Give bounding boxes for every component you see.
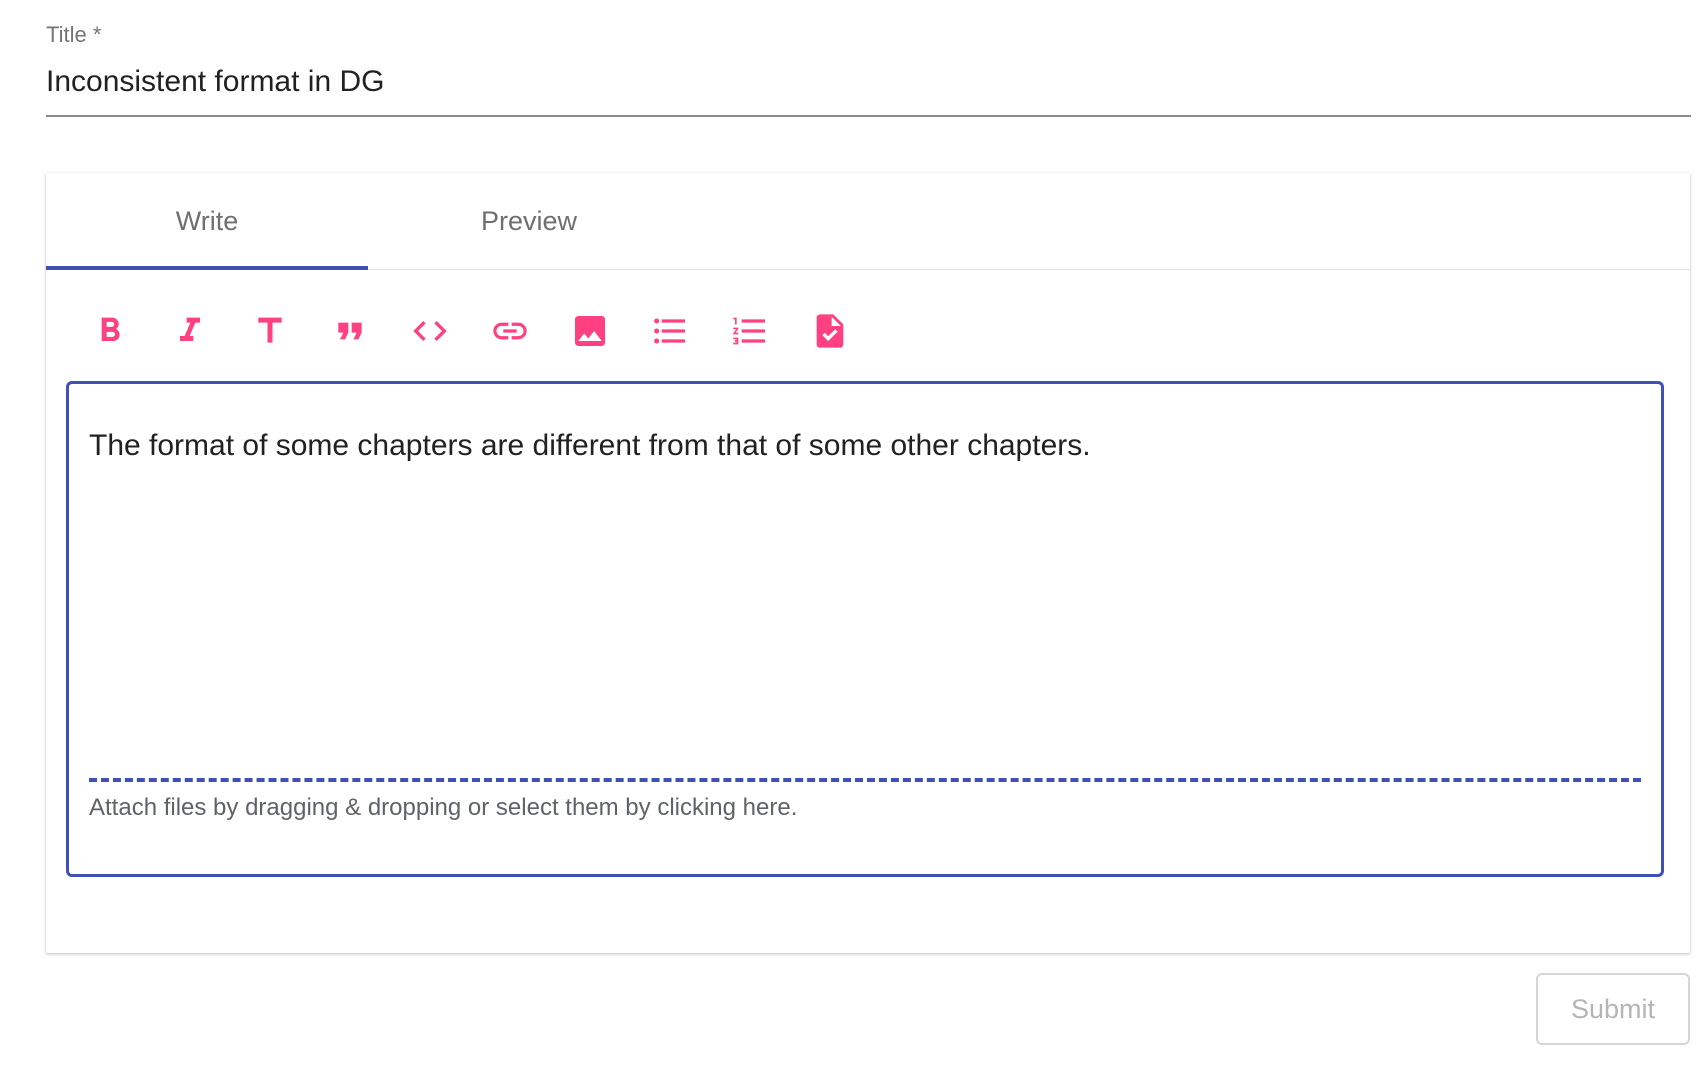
quote-icon bbox=[338, 322, 362, 340]
title-field: Title * bbox=[46, 18, 1691, 117]
attach-hint: Attach files by dragging & dropping or s… bbox=[89, 794, 798, 821]
editor-card: Write Preview The format of some chapter… bbox=[46, 173, 1690, 953]
comment-textarea[interactable]: The format of some chapters are differen… bbox=[89, 424, 1639, 784]
bulleted-list-button[interactable] bbox=[642, 303, 698, 359]
link-icon bbox=[493, 322, 527, 340]
title-label: Title * bbox=[46, 22, 102, 47]
code-icon bbox=[413, 321, 447, 341]
image-icon bbox=[575, 316, 605, 346]
italic-icon bbox=[180, 317, 200, 341]
comment-textbox: The format of some chapters are differen… bbox=[66, 381, 1664, 877]
numbered-list-icon bbox=[733, 317, 765, 345]
image-button[interactable] bbox=[562, 303, 618, 359]
title-underline bbox=[46, 115, 1691, 117]
title-input[interactable] bbox=[46, 60, 1691, 104]
numbered-list-button[interactable] bbox=[722, 303, 778, 359]
quote-button[interactable] bbox=[322, 303, 378, 359]
heading-icon bbox=[258, 317, 282, 343]
editor-tabs: Write Preview bbox=[46, 173, 1690, 270]
bulleted-list-icon bbox=[654, 318, 685, 344]
code-button[interactable] bbox=[402, 303, 458, 359]
link-button[interactable] bbox=[482, 303, 538, 359]
task-list-icon bbox=[816, 314, 844, 348]
submit-button[interactable]: Submit bbox=[1536, 973, 1690, 1045]
bold-icon bbox=[101, 317, 120, 341]
tab-preview[interactable]: Preview bbox=[368, 173, 690, 269]
attach-dropzone[interactable]: Attach files by dragging & dropping or s… bbox=[89, 778, 1641, 852]
italic-button[interactable] bbox=[162, 303, 218, 359]
heading-button[interactable] bbox=[242, 303, 298, 359]
bold-button[interactable] bbox=[82, 303, 138, 359]
format-toolbar bbox=[82, 303, 882, 359]
tab-write[interactable]: Write bbox=[46, 173, 368, 270]
task-list-button[interactable] bbox=[802, 303, 858, 359]
